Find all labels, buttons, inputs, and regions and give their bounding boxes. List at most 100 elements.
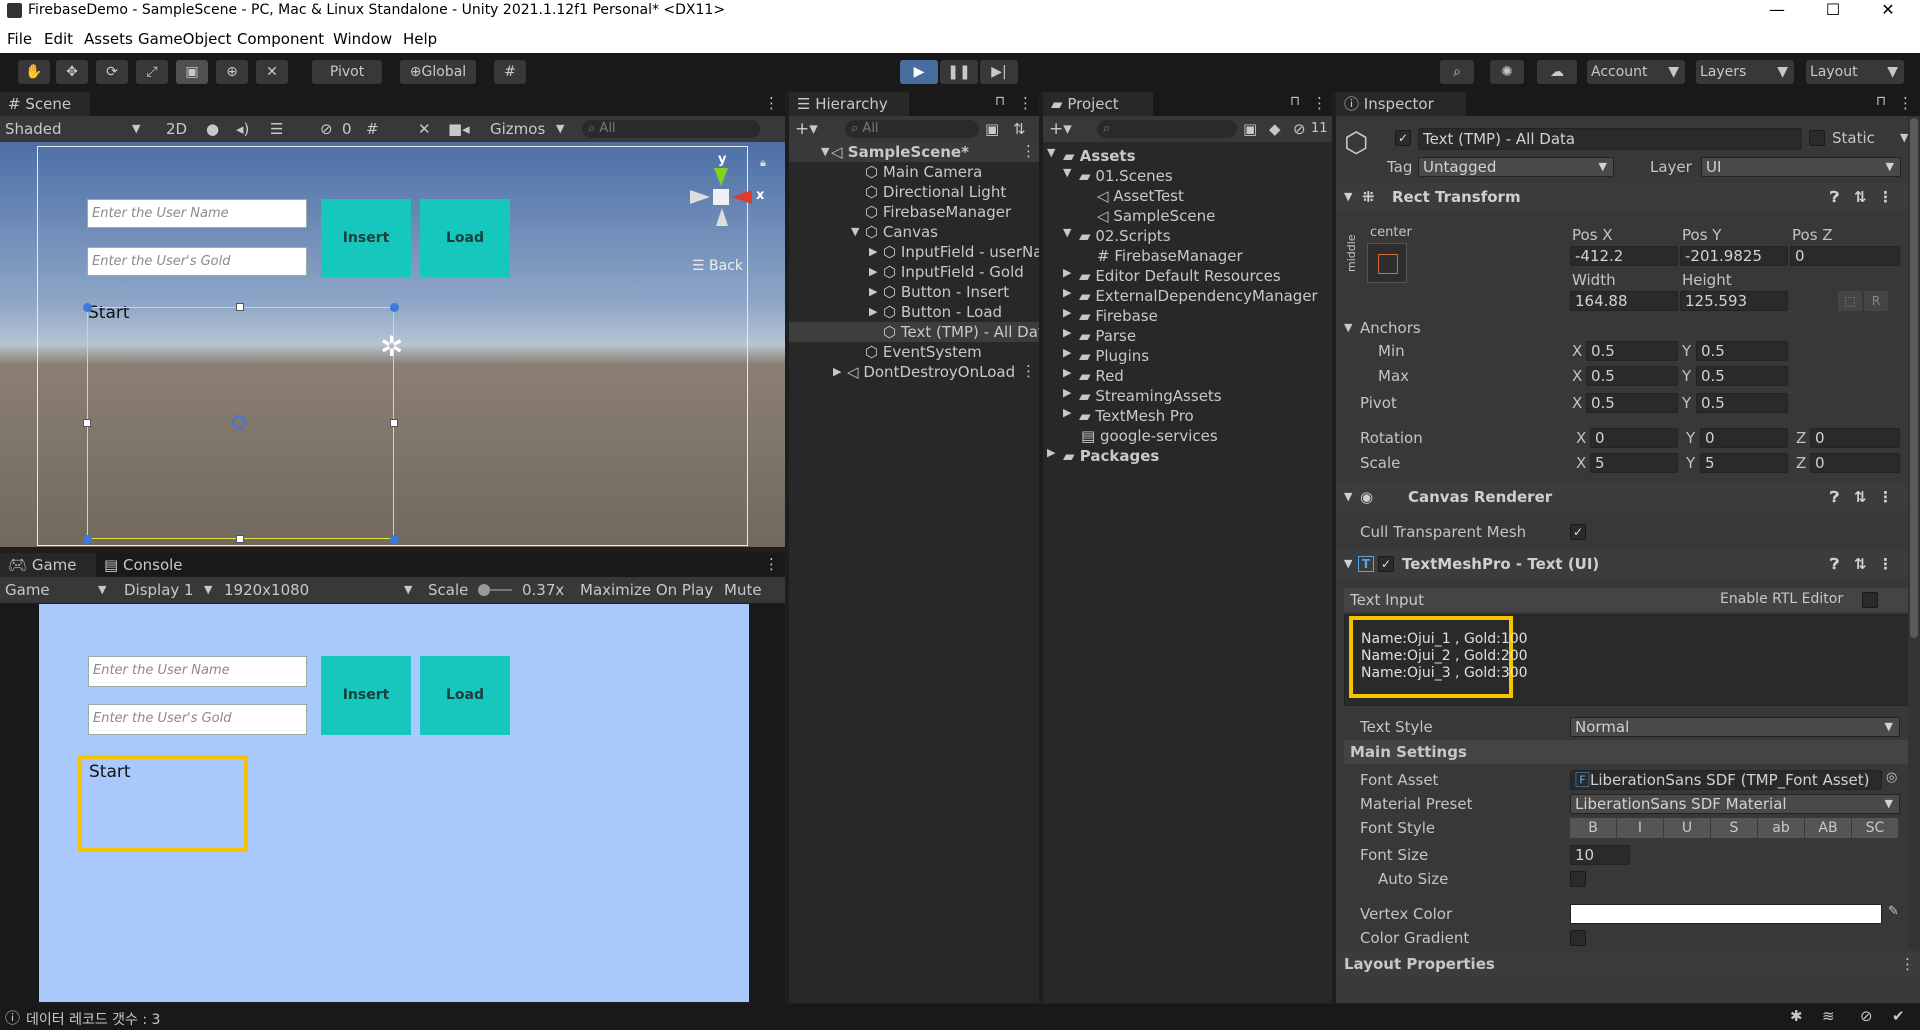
kebab-menu-icon[interactable]: ⋮ [1878, 550, 1893, 578]
maximize-icon[interactable]: ☐ [1818, 0, 1848, 19]
anchor-icon[interactable]: ✲ [380, 330, 403, 363]
game-user-name-input[interactable]: Enter the User Name [88, 656, 307, 687]
scene-gizmo[interactable]: y x [688, 152, 768, 246]
debug-icon[interactable]: ✱ [1790, 1007, 1803, 1025]
game-view-dropdown[interactable]: Game [5, 577, 50, 603]
font-style-strikethrough[interactable]: S [1711, 818, 1757, 838]
color-gradient-checkbox[interactable] [1570, 930, 1586, 946]
hierarchy-item[interactable]: ⬡ Canvas [865, 222, 938, 242]
project-item[interactable]: ▰ Assets [1063, 146, 1136, 166]
raw-edit-button[interactable]: R [1864, 291, 1888, 311]
tab-console[interactable]: ▤ Console [104, 553, 183, 577]
preset-icon[interactable]: ⇅ [1854, 483, 1867, 511]
hierarchy-item[interactable]: ⬡ FirebaseManager [865, 202, 1011, 222]
collapse-arrow-icon[interactable]: ▶ [1063, 306, 1071, 319]
hierarchy-item[interactable]: ⬡ Directional Light [865, 182, 1006, 202]
anchor-max-y-field[interactable]: 0.5 [1696, 366, 1788, 386]
check-icon[interactable]: ✔ [1892, 1007, 1905, 1025]
layout-properties-header[interactable]: Layout Properties ⋮ [1336, 952, 1920, 976]
anchor-min-y-field[interactable]: 0.5 [1696, 341, 1788, 361]
collapse-arrow-icon[interactable]: ▶ [1063, 386, 1071, 399]
light-icon[interactable]: ● [206, 116, 219, 142]
project-item[interactable]: ▰ Parse [1079, 326, 1136, 346]
toggle-2d[interactable]: 2D [166, 116, 187, 142]
tab-project[interactable]: ▰ Project [1043, 92, 1153, 116]
rect-transform-header[interactable]: ▼ ⁜ Rect Transform ❓︎ ⇅ ⋮ [1336, 183, 1920, 211]
layout-dropdown[interactable]: Layout ▼ [1806, 60, 1904, 84]
project-item[interactable]: # FirebaseManager [1097, 246, 1243, 266]
font-style-underline[interactable]: U [1664, 818, 1710, 838]
kebab-menu-icon[interactable]: ⋮ [764, 94, 779, 112]
camera-icon[interactable]: ■◂ [448, 116, 470, 142]
hierarchy-item[interactable]: ◁ DontDestroyOnLoad [847, 362, 1015, 382]
collapse-arrow-icon[interactable]: ▶ [869, 282, 877, 302]
add-icon[interactable]: +▾ [1049, 116, 1072, 142]
project-item[interactable]: ▰ Editor Default Resources [1079, 266, 1281, 286]
expand-arrow-icon[interactable]: ▼ [851, 222, 859, 242]
font-style-lowercase[interactable]: ab [1758, 818, 1804, 838]
expand-arrow-icon[interactable]: ▼ [1344, 321, 1352, 334]
object-name-field[interactable]: Text (TMP) - All Data [1418, 128, 1802, 150]
visibility-icon[interactable]: ⊘ [320, 116, 333, 142]
game-load-button[interactable]: Load [420, 656, 510, 735]
maximize-on-play-toggle[interactable]: Maximize On Play [580, 577, 713, 603]
rect-handle[interactable] [236, 535, 244, 543]
kebab-menu-icon[interactable]: ⋮ [764, 555, 779, 573]
rect-handle[interactable] [83, 419, 91, 427]
scale-z-field[interactable]: 0 [1810, 453, 1900, 473]
kebab-menu-icon[interactable]: ⋮ [1878, 183, 1893, 211]
static-checkbox[interactable] [1809, 130, 1825, 146]
rect-handle[interactable] [390, 535, 399, 544]
font-style-uppercase[interactable]: AB [1805, 818, 1851, 838]
expand-arrow-icon[interactable]: ▼ [1063, 166, 1071, 179]
inspector-scrollbar[interactable] [1908, 116, 1920, 949]
menu-component[interactable]: Component [237, 30, 324, 48]
search-icon[interactable]: ⌕ [1440, 60, 1474, 84]
resolution-dropdown[interactable]: 1920x1080 [224, 577, 309, 603]
audio-icon[interactable]: ◂) [236, 116, 249, 142]
project-item[interactable]: ▰ TextMesh Pro [1079, 406, 1194, 426]
pos-z-field[interactable]: 0 [1790, 246, 1900, 266]
active-checkbox[interactable]: ✓ [1395, 130, 1411, 146]
tmp-enabled-checkbox[interactable]: ✓ [1378, 556, 1394, 572]
add-icon[interactable]: +▾ [795, 116, 818, 142]
rect-tool-icon[interactable]: ▣ [176, 60, 208, 84]
progress-icon[interactable]: ⊘ [1860, 1007, 1873, 1025]
collapse-arrow-icon[interactable]: ▶ [833, 362, 841, 382]
tab-game[interactable]: 🎮︎ Game [0, 553, 96, 577]
hierarchy-item[interactable]: ⬡ EventSystem [865, 342, 982, 362]
search-by-type-icon[interactable]: ▣ [1243, 116, 1257, 142]
rotate-tool-icon[interactable]: ⟳ [96, 60, 128, 84]
collapse-arrow-icon[interactable]: ▶ [1063, 366, 1071, 379]
kebab-menu-icon[interactable]: ⋮ [1900, 955, 1915, 973]
eyedropper-icon[interactable]: ✎ [1888, 904, 1899, 919]
pivot-y-field[interactable]: 0.5 [1696, 393, 1788, 413]
tab-scene[interactable]: # Scene [0, 92, 90, 116]
play-button[interactable]: ▶ [900, 60, 938, 84]
tab-inspector[interactable]: ⓘ Inspector [1336, 92, 1466, 116]
account-dropdown[interactable]: Account ▼ [1587, 60, 1685, 84]
expand-arrow-icon[interactable]: ▼ [1047, 146, 1055, 159]
cache-icon[interactable]: ≋ [1822, 1007, 1835, 1025]
rect-handle[interactable] [83, 535, 92, 544]
preset-icon[interactable]: ⇅ [1854, 550, 1867, 578]
project-search-input[interactable]: ⌕ [1097, 120, 1237, 138]
display-dropdown[interactable]: Display 1 [124, 577, 194, 603]
lock-icon[interactable]: 🔒︎ [760, 156, 766, 170]
inspector-scrollbar-thumb[interactable] [1910, 118, 1918, 638]
anchor-max-x-field[interactable]: 0.5 [1586, 366, 1678, 386]
menu-edit[interactable]: Edit [44, 30, 73, 48]
object-picker-icon[interactable]: ◎ [1886, 770, 1897, 785]
pivot-x-field[interactable]: 0.5 [1586, 393, 1678, 413]
sort-icon[interactable]: ⇅ [1013, 116, 1026, 142]
pos-x-field[interactable]: -412.2 [1570, 246, 1678, 266]
search-by-label-icon[interactable]: ◆ [1269, 116, 1281, 142]
game-user-gold-input[interactable]: Enter the User's Gold [88, 704, 307, 735]
grid-icon[interactable]: # [366, 116, 379, 142]
collapse-arrow-icon[interactable]: ▶ [1063, 266, 1071, 279]
height-field[interactable]: 125.593 [1680, 291, 1788, 311]
hierarchy-item[interactable]: ⬡ Button - Load [883, 302, 1002, 322]
scene-view-mode[interactable]: ☰ Back [692, 258, 743, 274]
collapse-arrow-icon[interactable]: ▶ [1063, 406, 1071, 419]
game-view[interactable]: Enter the User Name Enter the User's Gol… [39, 604, 749, 1002]
